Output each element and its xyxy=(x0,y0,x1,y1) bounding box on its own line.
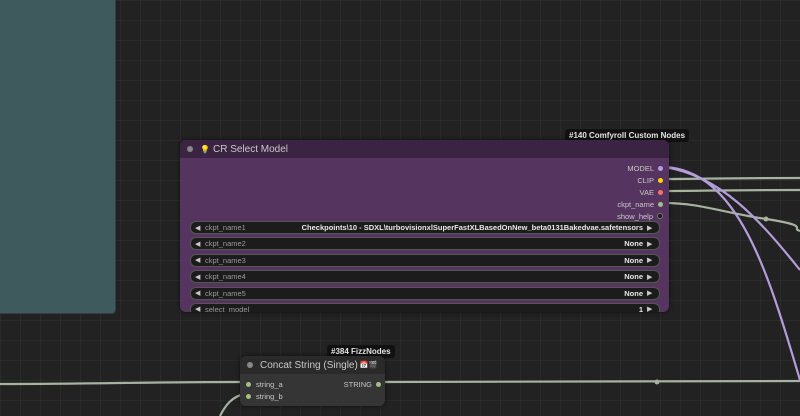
node-title: Concat String (Single) xyxy=(260,359,358,371)
output-slots: STRING xyxy=(344,378,381,390)
arrow-right-icon[interactable]: ▶ xyxy=(647,240,655,248)
wire-ckpt-name xyxy=(663,201,800,233)
output-slots: MODEL CLIP VAE ckpt_name show_help xyxy=(617,162,663,222)
node-group[interactable] xyxy=(0,0,116,314)
title-emoji-icons: 📅🎬 xyxy=(359,362,378,369)
arrow-right-icon[interactable]: ▶ xyxy=(647,305,655,312)
wire-vae xyxy=(663,188,800,193)
arrow-right-icon[interactable]: ▶ xyxy=(647,273,655,281)
collapse-dot-icon[interactable] xyxy=(247,362,253,368)
widget-ckpt-name4[interactable]: ◀ ckpt_name4 None ▶ xyxy=(190,270,660,284)
input-slot-string-b[interactable]: string_b xyxy=(246,390,283,402)
concat-string-node[interactable]: Concat String (Single) 📅🎬 string_a strin… xyxy=(240,356,385,406)
arrow-left-icon[interactable]: ◀ xyxy=(195,224,203,232)
output-slot-vae[interactable]: VAE xyxy=(617,186,663,198)
output-slot-ckpt-name[interactable]: ckpt_name xyxy=(617,198,663,210)
widget-ckpt-name1[interactable]: ◀ ckpt_name1 Checkpoints\10 - SDXL\turbo… xyxy=(190,221,660,234)
output-slot-clip[interactable]: CLIP xyxy=(617,174,663,186)
arrow-right-icon[interactable]: ▶ xyxy=(647,224,655,232)
arrow-left-icon[interactable]: ◀ xyxy=(195,289,203,297)
wire-reroute-dot xyxy=(763,216,769,222)
node-title-bar[interactable]: Concat String (Single) 📅🎬 xyxy=(240,356,385,374)
widget-select-model[interactable]: ◀ select_model 1 ▶ xyxy=(190,302,660,312)
arrow-right-icon[interactable]: ▶ xyxy=(647,256,655,264)
arrow-right-icon[interactable]: ▶ xyxy=(647,289,655,297)
wire-clip xyxy=(663,176,800,181)
output-slot-model[interactable]: MODEL xyxy=(617,162,663,174)
arrow-left-icon[interactable]: ◀ xyxy=(195,273,203,281)
arrow-left-icon[interactable]: ◀ xyxy=(195,240,203,248)
node-title: CR Select Model xyxy=(212,143,288,155)
input-slots: string_a string_b xyxy=(246,378,283,402)
node-title-bar[interactable]: 💡 CR Select Model xyxy=(180,140,669,158)
arrow-left-icon[interactable]: ◀ xyxy=(195,256,203,264)
arrow-left-icon[interactable]: ◀ xyxy=(195,305,203,312)
collapse-dot-icon[interactable] xyxy=(187,146,193,152)
widget-ckpt-name5[interactable]: ◀ ckpt_name5 None ▶ xyxy=(190,286,660,300)
input-slot-string-a[interactable]: string_a xyxy=(246,378,283,390)
wire-reroute-dot xyxy=(654,379,660,385)
wire-string-a xyxy=(0,380,246,386)
cr-select-model-node[interactable]: 💡 CR Select Model MODEL CLIP VAE ckpt_na… xyxy=(180,140,669,312)
wire-model-1 xyxy=(663,165,800,271)
widget-ckpt-name2[interactable]: ◀ ckpt_name2 None ▶ xyxy=(190,237,660,251)
widget-ckpt-name3[interactable]: ◀ ckpt_name3 None ▶ xyxy=(190,253,660,267)
output-slot-string[interactable]: STRING xyxy=(344,378,381,390)
wire-string-out xyxy=(379,379,800,384)
bulb-icon: 💡 xyxy=(200,144,210,154)
wire-model-2 xyxy=(663,165,800,381)
widget-list: ◀ ckpt_name1 Checkpoints\10 - SDXL\turbo… xyxy=(190,221,660,312)
